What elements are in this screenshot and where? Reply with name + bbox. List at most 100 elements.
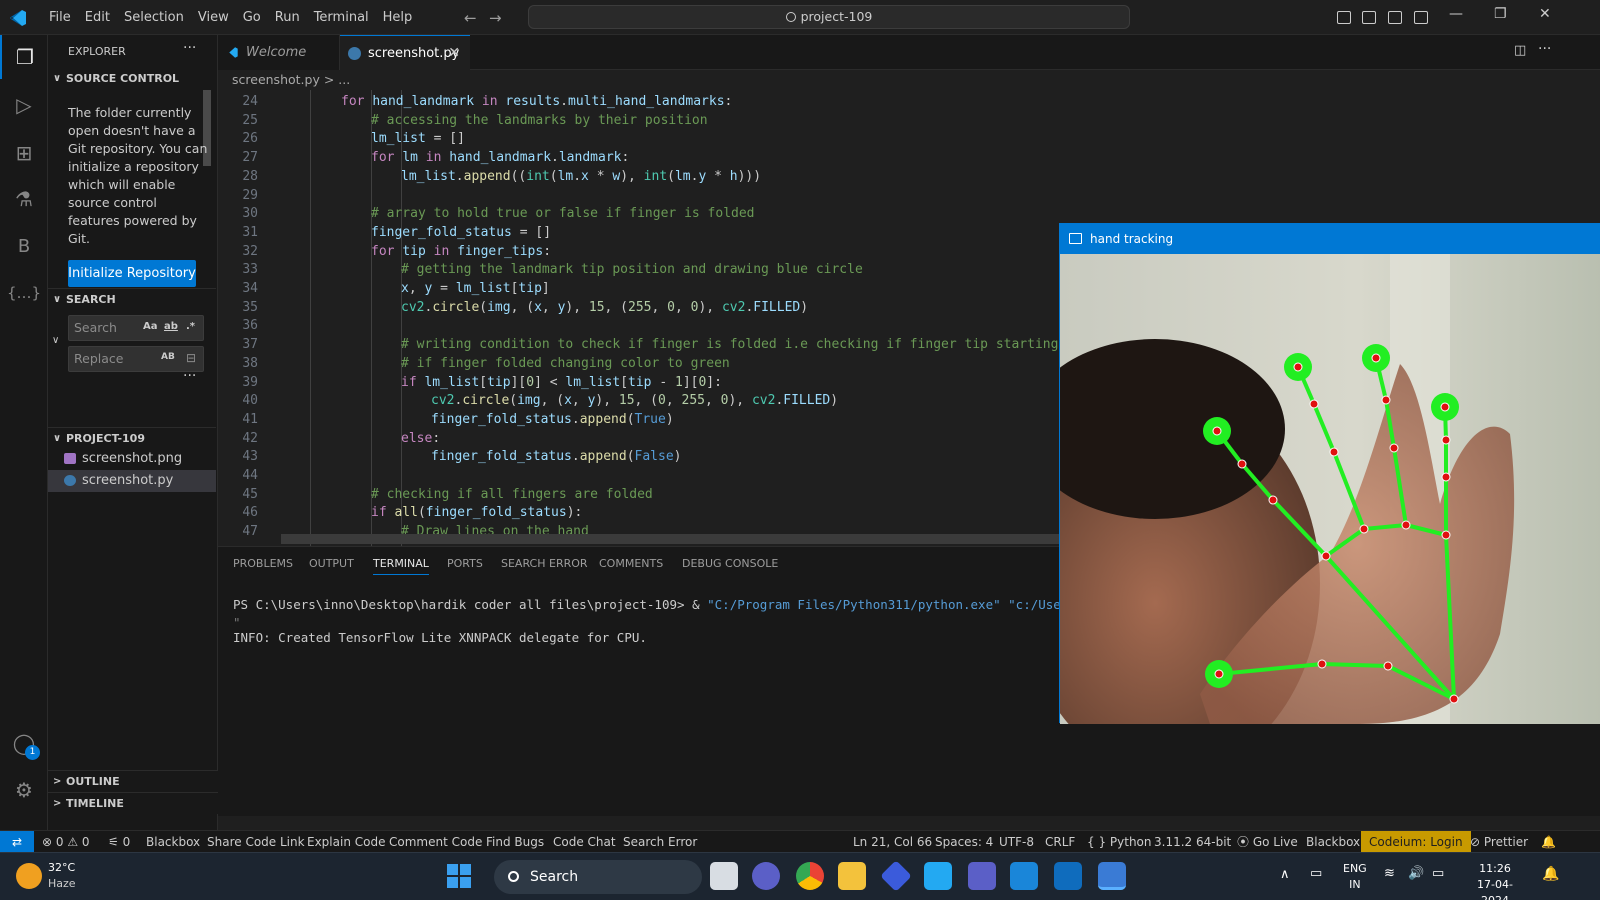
command-center[interactable]: project-109 [528, 5, 1130, 29]
menu-file[interactable]: File [42, 0, 78, 35]
tab-search-error[interactable]: SEARCH ERROR [501, 557, 588, 570]
tab-screenshot-py[interactable]: screenshot.py ✕ [340, 35, 470, 70]
status-blackbox[interactable]: Blackbox [146, 831, 200, 853]
wifi-icon[interactable]: ≋ [1384, 866, 1395, 881]
vscode-taskbar-icon[interactable] [924, 862, 952, 890]
status-explain-code[interactable]: Explain Code [307, 831, 385, 853]
teams-chat-icon[interactable] [752, 862, 780, 890]
testing-icon[interactable]: ⚗ [0, 177, 48, 221]
keyboard-icon[interactable]: ▭ [1310, 866, 1322, 881]
editor-more-icon[interactable]: ··· [1538, 41, 1551, 57]
prettier[interactable]: ⊘ Prettier [1470, 831, 1528, 853]
initialize-repository-button[interactable]: Initialize Repository [68, 260, 196, 287]
extensions-icon[interactable]: ⊞ [0, 131, 48, 175]
indentation[interactable]: Spaces: 4 [935, 831, 993, 853]
notifications-bell-icon[interactable]: 🔔 [1541, 831, 1556, 853]
maximize-icon[interactable]: ❐ [1494, 6, 1507, 22]
python-interpreter[interactable]: 3.11.2 64-bit [1154, 831, 1231, 853]
forward-arrow-icon[interactable]: → [489, 9, 502, 27]
menu-edit[interactable]: Edit [78, 0, 117, 35]
match-word-icon[interactable]: ab [164, 321, 178, 332]
outline-header[interactable]: > OUTLINE [48, 770, 218, 792]
minimize-icon[interactable]: — [1449, 6, 1463, 22]
run-debug-icon[interactable]: ▷ [0, 83, 48, 127]
tab-problems[interactable]: PROBLEMS [233, 557, 293, 570]
weather-sun-icon[interactable] [16, 863, 42, 889]
status-find-bugs[interactable]: Find Bugs [486, 831, 544, 853]
split-editor-icon[interactable]: ◫ [1514, 43, 1526, 58]
tab-ports[interactable]: PORTS [447, 557, 483, 570]
toggle-sidebar-icon[interactable] [1337, 11, 1351, 24]
preserve-case-icon[interactable]: AB [161, 352, 175, 362]
explorer-icon[interactable]: ❐ [0, 35, 48, 79]
store-icon[interactable] [1010, 862, 1038, 890]
status-share-code-link[interactable]: Share Code Link [207, 831, 305, 853]
ports-status[interactable]: ⚟ 0 [108, 831, 130, 853]
close-window-icon[interactable]: ✕ [1539, 6, 1551, 22]
accounts-icon[interactable]: ◯ 1 [0, 721, 48, 765]
toggle-panel-icon[interactable] [1362, 11, 1376, 24]
tab-terminal[interactable]: TERMINAL [373, 557, 429, 575]
status-comment-code[interactable]: Comment Code [389, 831, 482, 853]
settings-gear-icon[interactable]: ⚙ [0, 768, 48, 812]
source-control-header[interactable]: ∨ SOURCE CONTROL [48, 68, 216, 90]
status-code-chat[interactable]: Code Chat [553, 831, 616, 853]
close-tab-icon[interactable]: ✕ [448, 36, 460, 71]
toggle-secondary-sidebar-icon[interactable] [1388, 11, 1402, 24]
terminal-command-line[interactable]: PS C:\Users\inno\Desktop\hardik coder al… [233, 597, 1136, 612]
hand-tracking-window[interactable]: hand tracking [1059, 223, 1600, 724]
file-screenshot-png[interactable]: screenshot.png [48, 448, 216, 470]
tab-comments[interactable]: COMMENTS [599, 557, 663, 570]
encoding[interactable]: UTF-8 [999, 831, 1034, 853]
menu-run[interactable]: Run [268, 0, 307, 35]
file-explorer-icon[interactable] [838, 862, 866, 890]
status-blackbox-right[interactable]: Blackbox [1306, 831, 1360, 853]
chrome-icon[interactable] [796, 862, 824, 890]
project-header[interactable]: ∨ PROJECT-109 [48, 427, 216, 449]
json-icon[interactable]: {…} [0, 271, 48, 315]
tray-overflow-icon[interactable]: ∧ [1280, 867, 1290, 882]
tab-welcome[interactable]: Welcome [218, 35, 340, 70]
toggle-replace-icon[interactable]: ∨ [52, 335, 59, 346]
regex-icon[interactable]: .* [186, 321, 195, 332]
replace-all-icon[interactable]: ⊟ [186, 351, 196, 365]
remote-indicator-icon[interactable]: ⇄ [0, 831, 34, 853]
replace-input[interactable] [74, 351, 144, 366]
search-more-icon[interactable]: ··· [183, 368, 196, 384]
timeline-header[interactable]: > TIMELINE [48, 792, 218, 814]
menu-terminal[interactable]: Terminal [307, 0, 376, 35]
language-indicator[interactable]: ENG IN [1343, 861, 1367, 893]
cursor-position[interactable]: Ln 21, Col 66 [853, 831, 932, 853]
clock[interactable]: 11:26 17-04-2024 [1464, 861, 1526, 900]
teams-icon[interactable] [968, 862, 996, 890]
menu-selection[interactable]: Selection [117, 0, 191, 35]
taskbar-search[interactable]: Search [494, 860, 702, 894]
search-input[interactable] [74, 320, 144, 335]
more-actions-icon[interactable]: ··· [183, 40, 196, 56]
problems-status[interactable]: ⊗ 0 ⚠ 0 [42, 831, 90, 853]
start-button[interactable] [447, 864, 471, 888]
notification-center-icon[interactable]: 🔔 [1542, 866, 1559, 882]
task-view-icon[interactable] [710, 862, 738, 890]
horizontal-scrollbar[interactable] [281, 534, 1061, 544]
menu-go[interactable]: Go [236, 0, 268, 35]
end-of-line[interactable]: CRLF [1045, 831, 1075, 853]
volume-icon[interactable]: 🔊 [1408, 866, 1424, 881]
codeium-login[interactable]: Codeium: Login [1361, 831, 1471, 853]
copilot-icon[interactable] [880, 860, 912, 892]
tab-output[interactable]: OUTPUT [309, 557, 354, 570]
hand-window-titlebar[interactable]: hand tracking [1060, 224, 1600, 254]
tab-debug-console[interactable]: DEBUG CONSOLE [682, 557, 778, 570]
weather-widget[interactable]: 32°C Haze [48, 860, 76, 892]
python-app-icon[interactable] [1098, 862, 1126, 890]
language-mode[interactable]: { } Python [1087, 831, 1152, 853]
match-case-icon[interactable]: Aa [143, 321, 158, 332]
battery-icon[interactable]: ▭ [1432, 866, 1444, 881]
status-search-error[interactable]: Search Error [623, 831, 697, 853]
menu-help[interactable]: Help [376, 0, 420, 35]
customize-layout-icon[interactable] [1414, 11, 1428, 24]
blackbox-icon[interactable]: B [0, 224, 48, 268]
search-field[interactable]: Aa ab .* [68, 315, 204, 341]
search-header[interactable]: ∨ SEARCH [48, 288, 216, 310]
go-live[interactable]: ⦿ Go Live [1237, 831, 1298, 853]
